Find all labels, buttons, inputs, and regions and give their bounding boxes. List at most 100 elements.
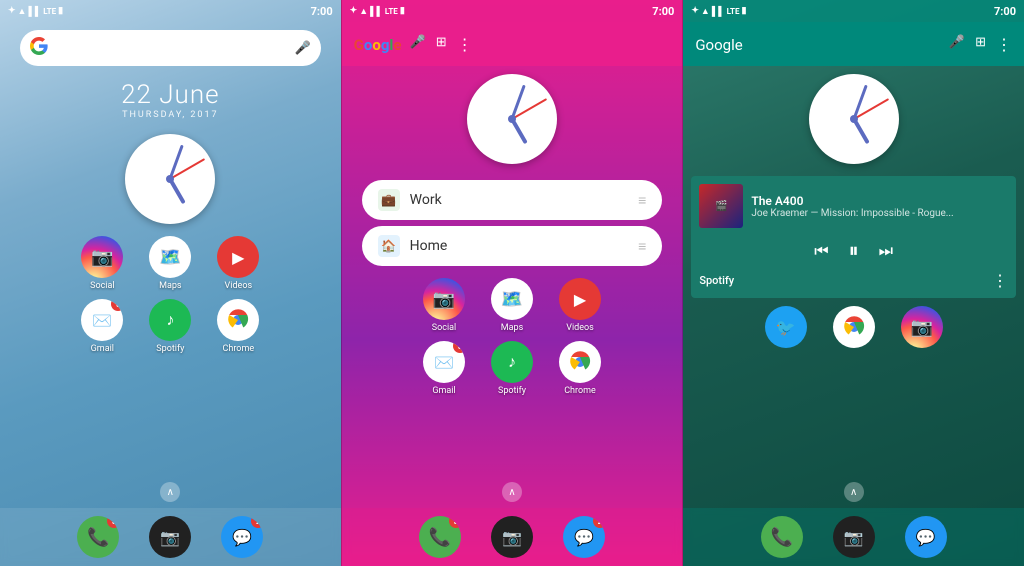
date-display-1: 22 June [0,80,341,110]
dock-messages-3[interactable]: 💬 [900,516,952,558]
clock-2 [342,66,683,172]
dock-camera-3[interactable]: 📷 [828,516,880,558]
grid-icon-pink[interactable]: ⊞ [436,35,447,54]
clock-3 [683,66,1024,172]
dock-camera-img-1: 📷 [149,516,191,558]
wifi-icon: ▲ [18,6,27,17]
folder-work[interactable]: 💼 Work ≡ [362,180,663,220]
dock-camera-1[interactable]: 📷 [144,516,196,558]
folder-work-menu[interactable]: ≡ [638,192,646,209]
dock-phone-img-2: 📞 3 [419,516,461,558]
app-icon-img-social-1: 📷 [81,236,123,278]
battery-icon-2: ▮ [400,6,405,16]
status-icons-left-1: ✦ ▲ ▌▌ LTE ▮ [8,6,63,17]
dock-phone-3[interactable]: 📞 [756,516,808,558]
app-icon-img-chrome-2 [559,341,601,383]
phone-badge-2: 3 [449,516,461,528]
app-icon-img-twitter-3: 🐦 [765,306,807,348]
grid-icon-teal[interactable]: ⊞ [975,35,986,54]
clock-center-1 [166,175,174,183]
phone-badge-1: 3 [107,516,119,528]
dock-phone-1[interactable]: 📞 3 [72,516,124,558]
app-videos-1[interactable]: ▶ Videos [212,236,264,291]
drawer-arrow-3: ∧ [844,482,864,502]
app-chrome-1[interactable]: Chrome [212,299,264,354]
status-time-1: 7:00 [311,5,333,18]
app-maps-2[interactable]: 🗺️ Maps [486,278,538,333]
app-label-gmail-2: Gmail [432,386,455,396]
next-button[interactable]: ⏭ [879,243,893,261]
app-spotify-2[interactable]: ♪ Spotify [486,341,538,396]
mic-icon-teal[interactable]: 🎤 [949,35,965,54]
app-videos-2[interactable]: ▶ Videos [554,278,606,333]
clock-center-2 [508,115,516,123]
prev-button[interactable]: ⏮ [814,243,828,261]
dock-messages-1[interactable]: 💬 2 [216,516,268,558]
work-icon: 💼 [381,193,396,207]
folder-work-label: Work [410,192,629,208]
date-widget-1: 22 June THURSDAY, 2017 [0,74,341,126]
clock-center-3 [850,115,858,123]
app-instagram-3[interactable]: 📷 [896,306,948,348]
app-icon-img-social-2: 📷 [423,278,465,320]
drawer-handle-3[interactable]: ∧ [683,476,1024,508]
dock-camera-2[interactable]: 📷 [486,516,538,558]
music-title: The A400 [751,194,1008,208]
drawer-handle-2[interactable]: ∧ [342,476,683,508]
dock-phone-img-3: 📞 [761,516,803,558]
wifi-icon-3: ▲ [701,6,710,17]
lte-label: LTE [43,7,56,16]
app-icon-img-instagram-3: 📷 [901,306,943,348]
music-footer: Spotify ⋮ [699,271,1008,290]
app-maps-1[interactable]: 🗺️ Maps [144,236,196,291]
dock-phone-img-1: 📞 3 [77,516,119,558]
signal-icon: ▌▌ [28,6,41,17]
dock-camera-img-2: 📷 [491,516,533,558]
music-info: The A400 Joe Kraemer — Mission: Impossib… [751,194,1008,219]
app-social-2[interactable]: 📷 Social [418,278,470,333]
google-logo-pink: Google [354,35,402,54]
app-chrome-2[interactable]: Chrome [554,341,606,396]
dock-messages-img-1: 💬 2 [221,516,263,558]
dock-messages-2[interactable]: 💬 2 [558,516,610,558]
app-icon-img-spotify-1: ♪ [149,299,191,341]
folder-home[interactable]: 🏠 Home ≡ [362,226,663,266]
app-gmail-2[interactable]: ✉️ 5 Gmail [418,341,470,396]
music-more-icon[interactable]: ⋮ [992,271,1008,290]
signal-icon-2: ▌▌ [370,6,383,17]
app-twitter-3[interactable]: 🐦 [760,306,812,348]
app-label-spotify-2: Spotify [498,386,526,396]
bar-icons-pink: 🎤 ⊞ ⋮ [410,35,473,54]
battery-icon: ▮ [58,6,63,16]
drawer-handle-1[interactable]: ∧ [0,476,341,508]
app-row-1-2: ✉️ 5 Gmail ♪ Spotify [10,299,331,354]
dock-phone-2[interactable]: 📞 3 [414,516,466,558]
folder-home-menu[interactable]: ≡ [638,238,646,255]
app-gmail-1[interactable]: ✉️ 5 Gmail [76,299,128,354]
app-icon-img-maps-1: 🗺️ [149,236,191,278]
folder-home-icon: 🏠 [378,235,400,257]
google-search-bar-1[interactable]: 🎤 [20,30,321,66]
status-icons-left-3: ✦ ▲ ▌▌ LTE ▮ [691,6,746,17]
app-social-1[interactable]: 📷 Social [76,236,128,291]
dock-messages-img-2: 💬 2 [563,516,605,558]
app-row-1-1: 📷 Social 🗺️ Maps ▶ Videos [10,236,331,291]
app-icon-img-videos-2: ▶ [559,278,601,320]
status-bar-2: ✦ ▲ ▌▌ LTE ▮ 7:00 [342,0,683,22]
panel-1: ✦ ▲ ▌▌ LTE ▮ 7:00 🎤 22 June TH [0,0,341,566]
status-bar-3: ✦ ▲ ▌▌ LTE ▮ 7:00 [683,0,1024,22]
app-icon-img-gmail-1: ✉️ 5 [81,299,123,341]
gmail-badge-1: 5 [111,299,123,311]
app-spotify-1[interactable]: ♪ Spotify [144,299,196,354]
more-icon-teal[interactable]: ⋮ [996,35,1012,54]
mic-icon-pink[interactable]: 🎤 [410,35,426,54]
app-label-spotify-1: Spotify [156,344,184,354]
folder-cards: 💼 Work ≡ 🏠 Home ≡ [342,172,683,274]
app-chrome-3[interactable] [828,306,880,348]
google-logo-1 [30,37,48,59]
more-icon-pink[interactable]: ⋮ [457,35,473,54]
pause-button[interactable]: ⏸ [849,240,859,263]
clock-face-1 [125,134,215,224]
mic-icon-1[interactable]: 🎤 [294,41,310,56]
bluetooth-icon-2: ✦ [350,6,358,16]
